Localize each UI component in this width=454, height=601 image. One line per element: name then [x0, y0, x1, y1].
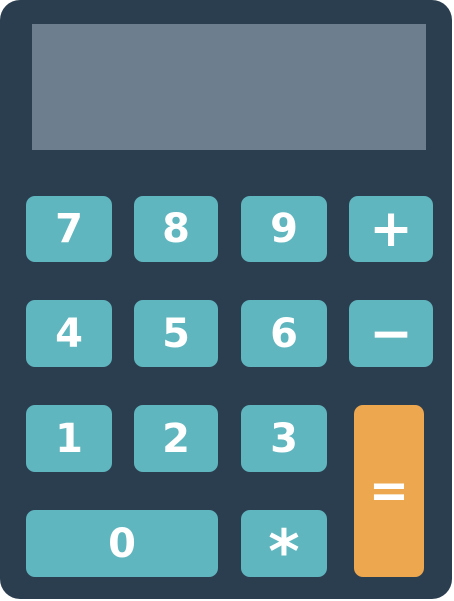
key-minus[interactable]: − — [349, 300, 433, 367]
key-6[interactable]: 6 — [241, 300, 327, 367]
key-0[interactable]: 0 — [26, 510, 218, 577]
key-4[interactable]: 4 — [26, 300, 112, 367]
key-9[interactable]: 9 — [241, 196, 327, 262]
key-multiply[interactable]: * — [241, 510, 327, 582]
key-plus[interactable]: + — [349, 196, 433, 262]
key-2[interactable]: 2 — [134, 405, 218, 472]
key-5[interactable]: 5 — [134, 300, 218, 367]
calculator-display — [32, 24, 426, 150]
key-7[interactable]: 7 — [26, 196, 112, 262]
key-8[interactable]: 8 — [134, 196, 218, 262]
key-1[interactable]: 1 — [26, 405, 112, 472]
key-equals[interactable]: = — [354, 405, 424, 577]
key-3[interactable]: 3 — [241, 405, 327, 472]
calculator-body: 7 8 9 + 4 5 6 − 1 2 3 = 0 * — [0, 0, 452, 599]
